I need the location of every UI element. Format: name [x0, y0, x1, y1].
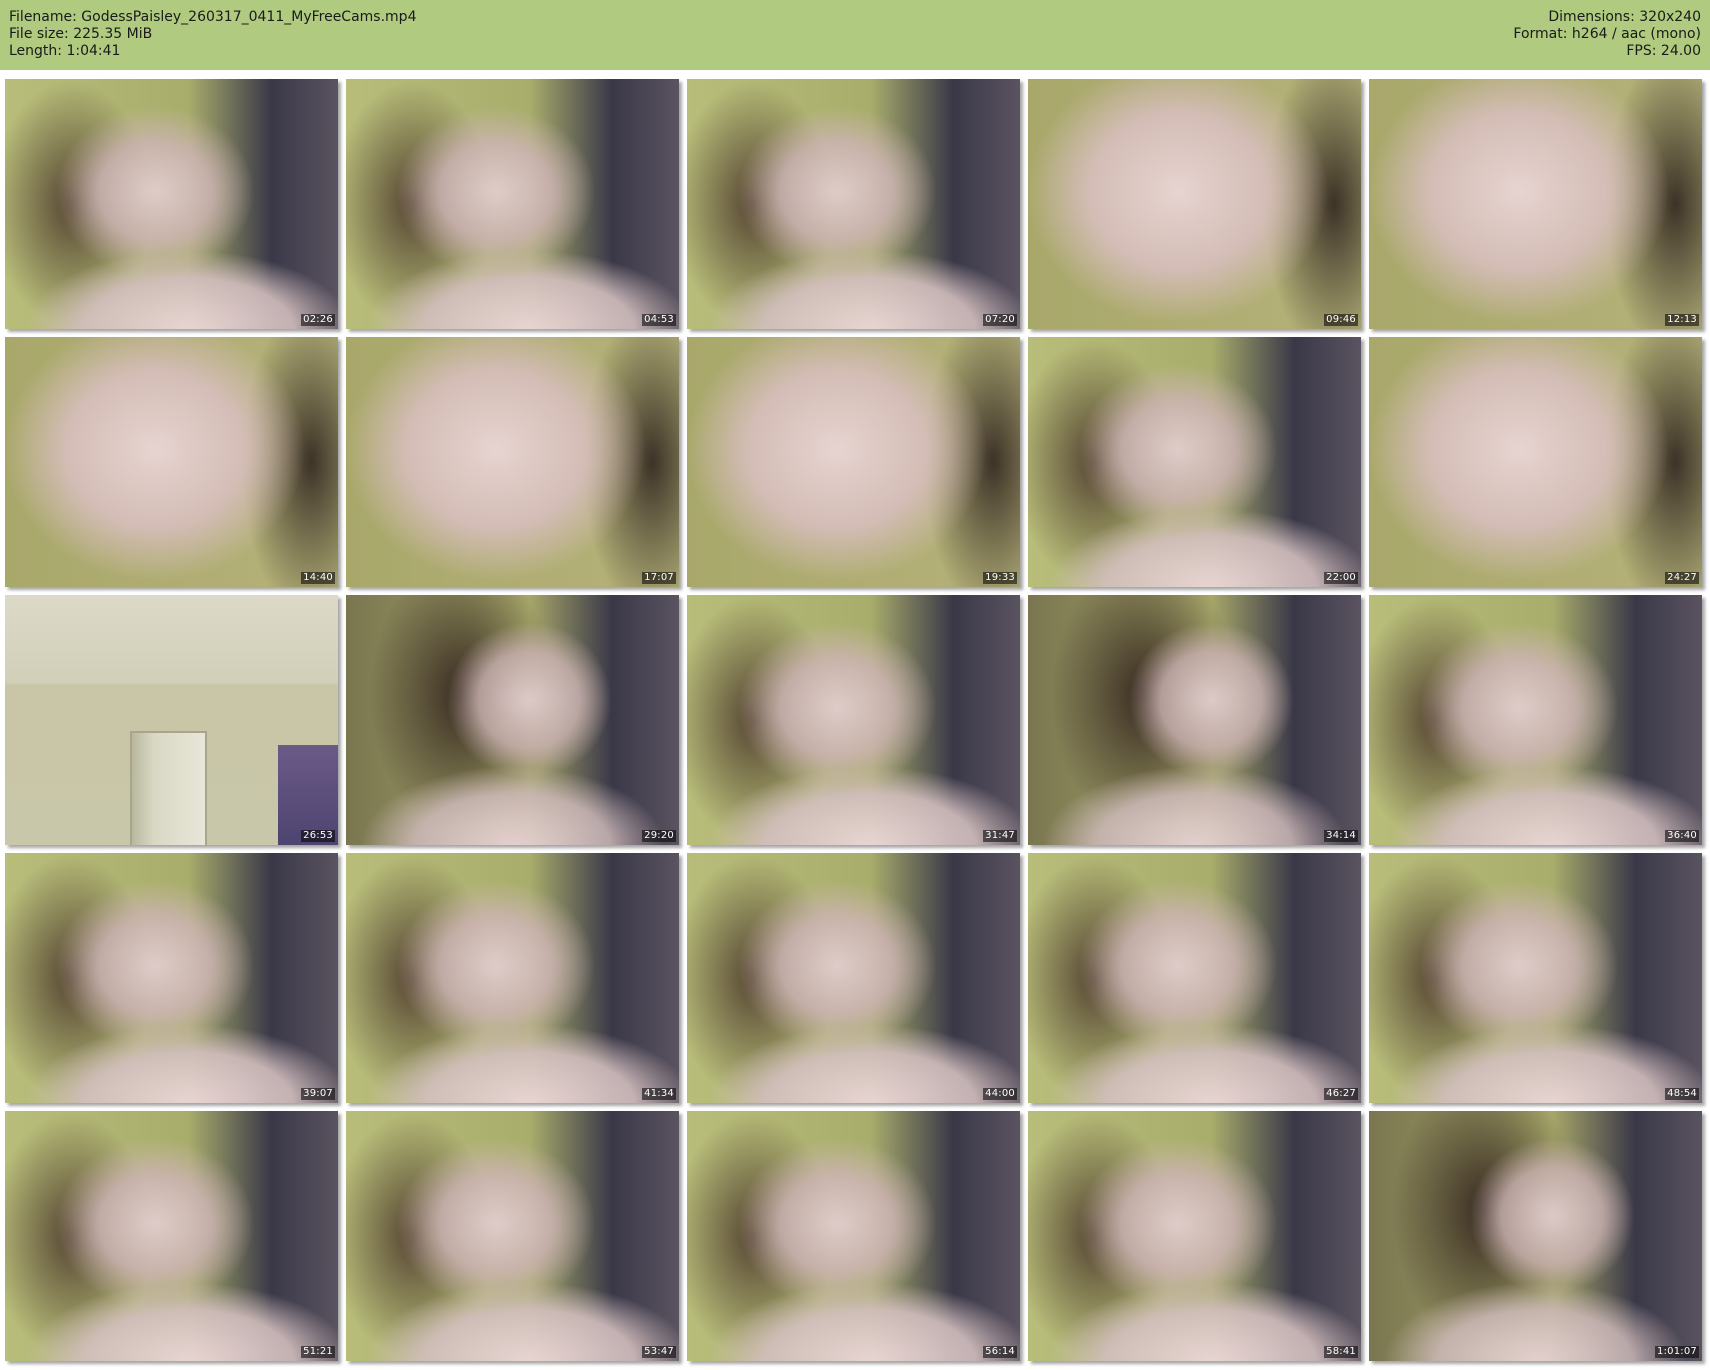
- video-thumbnail: 07:20: [687, 79, 1020, 329]
- timestamp-label: 46:27: [1324, 1088, 1358, 1100]
- dimensions-text: Dimensions: 320x240: [1548, 9, 1701, 25]
- thumbnail-image: [346, 853, 679, 1103]
- thumbnail-row: 51:21 53:47 56:14 58:41 1:01:07: [5, 1111, 1705, 1361]
- thumbnail-image: [346, 1111, 679, 1361]
- timestamp-label: 44:00: [983, 1088, 1017, 1100]
- thumbnail-image: [1369, 595, 1702, 845]
- thumbnail-image: [1369, 1111, 1702, 1361]
- timestamp-label: 07:20: [983, 314, 1017, 326]
- video-thumbnail: 34:14: [1028, 595, 1361, 845]
- video-thumbnail: 39:07: [5, 853, 338, 1103]
- timestamp-label: 09:46: [1324, 314, 1358, 326]
- thumbnail-image: [5, 79, 338, 329]
- video-thumbnail: 26:53: [5, 595, 338, 845]
- thumbnail-image: [346, 337, 679, 587]
- timestamp-label: 29:20: [642, 830, 676, 842]
- video-thumbnail: 58:41: [1028, 1111, 1361, 1361]
- video-thumbnail: 44:00: [687, 853, 1020, 1103]
- timestamp-label: 04:53: [642, 314, 676, 326]
- timestamp-label: 17:07: [642, 572, 676, 584]
- video-thumbnail: 41:34: [346, 853, 679, 1103]
- video-thumbnail: 56:14: [687, 1111, 1020, 1361]
- timestamp-label: 48:54: [1665, 1088, 1699, 1100]
- video-thumbnail: 19:33: [687, 337, 1020, 587]
- thumbnail-image: [1028, 337, 1361, 587]
- thumbnail-image: [687, 79, 1020, 329]
- thumbnail-row: 14:40 17:07 19:33 22:00 24:27: [5, 337, 1705, 587]
- timestamp-label: 39:07: [301, 1088, 335, 1100]
- thumbnail-image: [346, 595, 679, 845]
- thumbnail-image: [1028, 853, 1361, 1103]
- timestamp-label: 02:26: [301, 314, 335, 326]
- timestamp-label: 58:41: [1324, 1346, 1358, 1358]
- thumbnail-image: [5, 595, 338, 845]
- fps-text: FPS: 24.00: [1626, 43, 1701, 59]
- info-header: Filename: GodessPaisley_260317_0411_MyFr…: [0, 0, 1710, 70]
- thumbnail-image: [1369, 337, 1702, 587]
- video-thumbnail: 09:46: [1028, 79, 1361, 329]
- header-right: Dimensions: 320x240 Format: h264 / aac (…: [1513, 9, 1701, 60]
- filename-text: Filename: GodessPaisley_260317_0411_MyFr…: [9, 9, 417, 25]
- filesize-text: File size: 225.35 MiB: [9, 26, 153, 42]
- thumbnail-image: [1028, 1111, 1361, 1361]
- video-thumbnail: 24:27: [1369, 337, 1702, 587]
- timestamp-label: 53:47: [642, 1346, 676, 1358]
- timestamp-label: 34:14: [1324, 830, 1358, 842]
- video-thumbnail: 1:01:07: [1369, 1111, 1702, 1361]
- video-thumbnail: 17:07: [346, 337, 679, 587]
- timestamp-label: 24:27: [1665, 572, 1699, 584]
- timestamp-label: 22:00: [1324, 572, 1358, 584]
- thumbnail-image: [5, 1111, 338, 1361]
- video-thumbnail: 14:40: [5, 337, 338, 587]
- video-thumbnail: 46:27: [1028, 853, 1361, 1103]
- thumbnail-row: 02:26 04:53 07:20 09:46 12:13: [5, 79, 1705, 329]
- video-thumbnail: 48:54: [1369, 853, 1702, 1103]
- video-thumbnail: 29:20: [346, 595, 679, 845]
- thumbnail-image: [5, 853, 338, 1103]
- timestamp-label: 26:53: [301, 830, 335, 842]
- thumbnail-image: [1369, 853, 1702, 1103]
- timestamp-label: 51:21: [301, 1346, 335, 1358]
- timestamp-label: 56:14: [983, 1346, 1017, 1358]
- video-thumbnail: 22:00: [1028, 337, 1361, 587]
- timestamp-label: 1:01:07: [1655, 1346, 1699, 1358]
- timestamp-label: 36:40: [1665, 830, 1699, 842]
- timestamp-label: 14:40: [301, 572, 335, 584]
- video-thumbnail: 53:47: [346, 1111, 679, 1361]
- timestamp-label: 19:33: [983, 572, 1017, 584]
- video-thumbnail: 51:21: [5, 1111, 338, 1361]
- video-thumbnail: 04:53: [346, 79, 679, 329]
- thumbnail-image: [687, 1111, 1020, 1361]
- thumbnail-image: [687, 337, 1020, 587]
- video-thumbnail: 02:26: [5, 79, 338, 329]
- thumbnail-image: [687, 595, 1020, 845]
- thumbnail-image: [687, 853, 1020, 1103]
- video-thumbnail: 36:40: [1369, 595, 1702, 845]
- thumbnail-image: [1369, 79, 1702, 329]
- header-left: Filename: GodessPaisley_260317_0411_MyFr…: [9, 9, 416, 60]
- thumbnail-image: [1028, 79, 1361, 329]
- timestamp-label: 41:34: [642, 1088, 676, 1100]
- thumbnail-image: [1028, 595, 1361, 845]
- timestamp-label: 31:47: [983, 830, 1017, 842]
- thumbnail-row: 26:53 29:20 31:47 34:14 36:40: [5, 595, 1705, 845]
- thumbnail-row: 39:07 41:34 44:00 46:27 48:54: [5, 853, 1705, 1103]
- thumbnail-image: [346, 79, 679, 329]
- video-thumbnail: 31:47: [687, 595, 1020, 845]
- video-thumbnail: 12:13: [1369, 79, 1702, 329]
- timestamp-label: 12:13: [1665, 314, 1699, 326]
- thumbnail-grid: 02:26 04:53 07:20 09:46 12:13 14:40 17:07 19:33…: [5, 79, 1705, 1369]
- format-text: Format: h264 / aac (mono): [1513, 26, 1701, 42]
- length-text: Length: 1:04:41: [9, 43, 121, 59]
- thumbnail-image: [5, 337, 338, 587]
